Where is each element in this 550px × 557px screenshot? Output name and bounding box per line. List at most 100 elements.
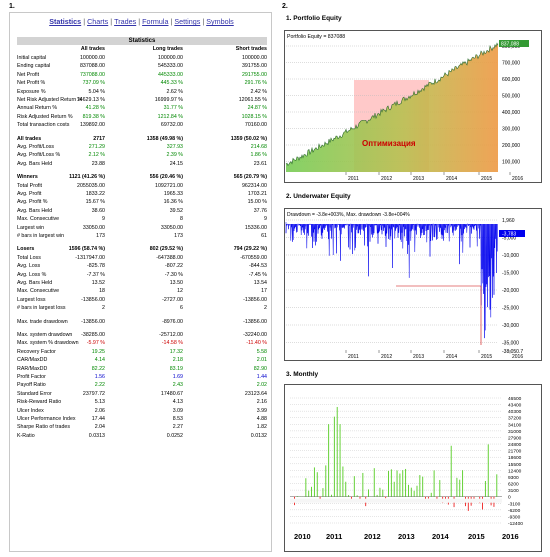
stat-all-trades: 737.09 % [82,80,105,87]
stat-all-trades: 2 [102,305,105,312]
x-tick-label: 2011 [348,176,359,182]
y-tick-label: 500,000 [502,94,520,100]
monthly-bar [402,470,404,497]
stat-row: Avg. Bars Held 13.52 13.50 13.54 [17,279,267,287]
nav-statistics[interactable]: Statistics [49,17,81,26]
monthly-bar [482,496,483,510]
optimization-label: Оптимизация [362,139,416,148]
nav-formula[interactable]: Formula [142,17,168,26]
stat-long-trades: -647388.00 [156,254,183,261]
stat-long-trades: 556 (20.46 %) [149,174,183,181]
section-2-number: 2. [282,3,288,10]
x-tick-label: 2015 [468,532,485,541]
stat-label: Standard Error [17,390,52,397]
stat-long-trades: 8.53 [172,416,183,422]
stat-all-trades: 33050.00 [82,224,105,231]
stat-long-trades: 1092721.00 [155,182,183,189]
stat-row: Total Loss -1317947.00 -647388.00 -670559.0… [17,254,267,262]
monthly-bar [456,477,458,497]
monthly-bar [325,465,327,497]
stat-short-trades: 2.01 [256,357,267,364]
stat-short-trades: -7.45 % [248,271,267,278]
nav-trades[interactable]: Trades [114,17,136,26]
last-value-label: 837,088 [501,42,519,48]
monthly-bar [328,424,330,497]
y-tick-label: -15,000 [502,271,519,277]
stat-all-trades: 23797.72 [82,390,105,397]
stat-all-trades: -13856.00 [81,296,105,303]
monthly-bar [413,490,415,497]
stat-all-trades: 1.56 [94,374,105,380]
stat-row: Losers 1596 (58.74 %) 802 (29.52 %) 794 (29… [17,245,267,253]
stat-row: Ulcer Performance Index 17.44 8.53 4.88 [17,415,267,423]
stat-long-trades: 2.43 [172,382,183,389]
stat-all-trades: 2.22 [94,382,105,389]
nav-symbols[interactable]: Symbols [206,17,234,26]
stat-short-trades: 24.87 % [247,105,267,112]
stat-short-trades: 291.76 % [244,80,267,87]
stat-row: Avg. Bars Held 23.88 24.15 23.61 [17,160,267,168]
stat-all-trades: 38.60 [91,207,105,214]
stat-row: Avg. Bars Held 38.60 39.52 37.76 [17,207,267,215]
stat-long-trades: 327.93 [166,144,183,150]
monthly-bar [410,487,412,497]
y-tick-label: 34100 [508,422,522,428]
stat-short-trades: 2.02 [256,382,267,389]
stat-all-trades: 15.67 % [85,199,105,206]
x-tick-label: 2016 [512,176,523,182]
monthly-chart: 4650043400403003720034100310002790024800… [284,384,542,552]
equity-caption: Portfolio Equity = 837088 [287,34,345,40]
stat-all-trades: 2.04 [94,424,105,431]
stat-short-trades: -844.53 [249,263,267,270]
stat-all-trades: 173 [96,233,105,239]
stat-all-trades: 4.14 [94,357,105,364]
stat-row: Avg. Loss % -7.37 % -7.30 % -7.45 % [17,271,267,279]
monthly-bar [430,492,432,497]
statistics-header-row: All trades Long trades Short trades [17,45,267,53]
monthly-bar [345,481,347,497]
stat-row: Largest loss -13856.00 -2727.00 -13856.00 [17,296,267,304]
stat-row: Total Profit 2055035.00 1092721.00 962314.0… [17,182,267,190]
stat-row: Risk-Reward Ratio 5.13 4.13 2.16 [17,398,267,406]
y-tick-label: -35,000 [502,341,519,347]
stat-short-trades: 82.90 [253,365,267,372]
nav-settings[interactable]: Settings [174,17,200,26]
stat-all-trades: 271.29 [88,144,105,150]
underwater-equity-title: 2. Underwater Equity [286,193,351,200]
stat-all-trades: 2.06 [94,407,105,414]
monthly-bar [416,485,418,497]
stat-short-trades: 15.00 % [247,199,267,206]
stat-all-trades: -5.97 % [86,340,105,347]
section-1-number: 1. [9,3,15,10]
x-tick-label: 2012 [364,532,381,541]
stat-short-trades: 1359 (50.02 %) [230,135,267,142]
stat-all-trades: 1596 (58.74 %) [68,246,105,253]
stat-all-trades: 837088.00 [79,63,105,70]
stat-short-trades: 9 [264,216,267,223]
monthly-bar [313,467,315,497]
stat-long-trades: 2.18 [172,357,183,364]
nav-charts[interactable]: Charts [87,17,108,26]
stat-row: Profit Factor 1.56 1.69 1.44 [17,373,267,381]
x-tick-label: 2013 [413,176,424,182]
x-tick-label: 2013 [398,532,415,541]
y-tick-label: 18600 [508,455,522,461]
stat-long-trades: 6 [180,305,183,312]
stat-short-trades: 13.54 [253,280,267,286]
underwater-equity-chart: 1,960-5,000-10,000-15,000-20,000-25,000-… [284,208,542,361]
stat-label: Avg. Bars Held [17,280,53,286]
x-tick-label: 2016 [512,354,523,360]
stat-long-trades: 24.15 [169,160,183,167]
stat-short-trades: 3.99 [256,407,267,414]
stat-all-trades: -7.37 % [86,271,105,278]
stat-short-trades: 0.0132 [250,432,267,439]
current-drawdown-label: -3,783 [502,232,516,238]
stat-label: Exposure % [17,88,46,95]
stat-row: # bars in largest win 173 173 61 [17,232,267,240]
stat-row: RAR/MaxDD 82.22 83.19 82.90 [17,365,267,373]
stat-all-trades: 2717 [93,135,105,142]
underwater-caption: Drawdown = -3.8e+003%, Max. drawdown -3.… [287,212,410,218]
stat-short-trades: 214.68 [250,144,267,150]
stat-row: CAR/MaxDD 4.14 2.18 2.01 [17,356,267,364]
stat-long-trades: 173 [174,233,183,239]
